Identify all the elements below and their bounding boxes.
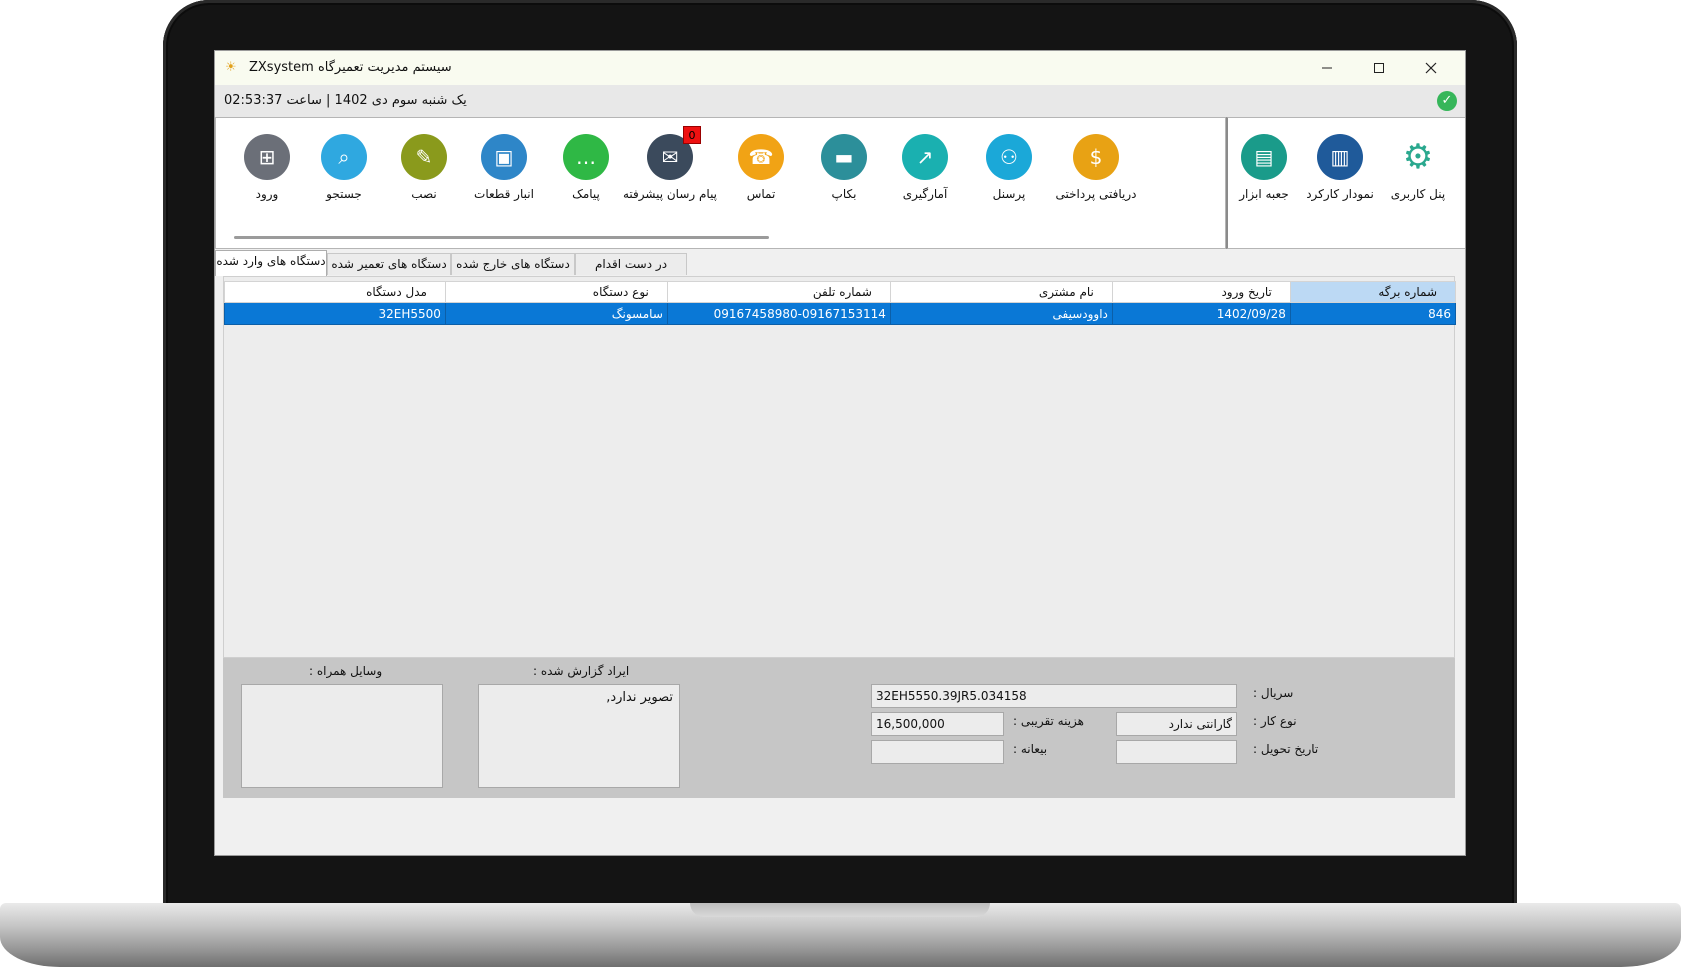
devices-table: شماره برگه تاریخ ورود نام مشتری شماره تل… [224, 281, 1457, 325]
tool-label: پرسنل [992, 187, 1026, 201]
col-sheet-number[interactable]: شماره برگه [1289, 281, 1457, 303]
login-icon: ⊞ [244, 134, 290, 180]
side-toolbar-gears-button[interactable]: ⚙ پنل کاربری [1370, 134, 1465, 201]
deposit-field[interactable] [871, 740, 1004, 764]
toolbar-scrollbar[interactable] [234, 236, 769, 239]
cell-customer-name[interactable]: داوودسیفی [889, 302, 1113, 325]
cell-device-model[interactable]: 32EH5500 [224, 302, 446, 325]
work-type-field[interactable]: گارانتی ندارد [1116, 712, 1237, 736]
tool-label: دریافتی پرداختی [1055, 187, 1137, 201]
tool-label: پیام رسان پیشرفته [622, 187, 718, 201]
tool-label: پیامک [572, 187, 600, 201]
tab-strip: دستگاه های وارد شده دستگاه های تعمیر شده… [215, 250, 1465, 276]
status-bar: یک شنبه سوم دی 1402 | ساعت 02:53:37 ✓ [215, 85, 1465, 117]
details-panel: سریال : 32EH5550.39JR5.034158 نوع کار : … [223, 658, 1455, 798]
delivery-date-field[interactable] [1116, 740, 1237, 764]
cell-entry-date[interactable]: 1402/09/28 [1111, 302, 1291, 325]
search-document-icon: ⌕ [321, 134, 367, 180]
delivery-date-label: تاریخ تحویل : [1253, 742, 1319, 756]
title-bar: ☀ ZXsystem سیستم مدیریت تعمیرگاه [215, 51, 1465, 85]
cell-phone-number[interactable]: 09167458980-09167153114 [666, 302, 891, 325]
sms-bubble-icon: … [563, 134, 609, 180]
col-device-model[interactable]: مدل دستگاه [224, 281, 446, 303]
maximize-button[interactable] [1353, 51, 1405, 85]
table-header-row: شماره برگه تاریخ ورود نام مشتری شماره تل… [224, 281, 1457, 303]
cost-label: هزینه تقریبی : [1013, 714, 1085, 728]
phone-icon: ☎ [738, 134, 784, 180]
cell-device-type[interactable]: سامسونگ [444, 302, 668, 325]
connection-ok-icon: ✓ [1437, 91, 1457, 111]
serial-field[interactable]: 32EH5550.39JR5.034158 [871, 684, 1237, 708]
app-logo-icon: ☀ [225, 60, 237, 75]
toolbar-phone-button[interactable]: ☎ تماس [713, 134, 809, 201]
app-window: ☀ ZXsystem سیستم مدیریت تعمیرگاه یک شنبه… [214, 50, 1466, 856]
accessories-box[interactable] [241, 684, 443, 788]
accessories-label: وسایل همراه : [309, 664, 383, 678]
dollar-coin-icon: $ [1073, 134, 1119, 180]
stats-chart-icon: ↗ [902, 134, 948, 180]
serial-label: سریال : [1253, 686, 1294, 700]
toolbox-wrench-icon: ✎ [401, 134, 447, 180]
col-entry-date[interactable]: تاریخ ورود [1111, 281, 1291, 303]
cost-field[interactable]: 16,500,000 [871, 712, 1004, 736]
table-row[interactable]: 846 1402/09/28 داوودسیفی 09167458980-091… [224, 302, 1457, 325]
chip-icon: ▣ [481, 134, 527, 180]
usb-drive-icon: ▬ [821, 134, 867, 180]
devices-grid: شماره برگه تاریخ ورود نام مشتری شماره تل… [223, 276, 1457, 658]
gears-icon: ⚙ [1402, 137, 1434, 177]
reported-issue-box[interactable]: تصویر ندارد, [478, 684, 680, 788]
window-title: ZXsystem سیستم مدیریت تعمیرگاه [249, 60, 452, 75]
personnel-icon: ⚇ [986, 134, 1032, 180]
toolbar-sms-bubble-button[interactable]: … پیامک [538, 134, 634, 201]
minimize-icon [1322, 67, 1332, 69]
tool-label: آمارگیری [902, 187, 948, 201]
side-toolbar: ▤ جعبه ابزار ▥ نمودار کارکرد ⚙ پنل کاربری [1226, 117, 1465, 249]
tool-label: پنل کاربری [1390, 187, 1446, 201]
col-phone-number[interactable]: شماره تلفن [666, 281, 891, 303]
date-time-text: یک شنبه سوم دی 1402 | ساعت 02:53:37 [224, 93, 467, 108]
col-customer-name[interactable]: نام مشتری [889, 281, 1113, 303]
bar-chart-icon: ▥ [1317, 134, 1363, 180]
col-device-type[interactable]: نوع دستگاه [444, 281, 668, 303]
tab-entered-devices[interactable]: دستگاه های وارد شده [215, 250, 327, 276]
toolbox-icon: ▤ [1241, 134, 1287, 180]
tab-in-progress[interactable]: در دست اقدام [575, 253, 687, 275]
notification-badge: 0 [683, 126, 701, 144]
toolbar-dollar-coin-button[interactable]: $ دریافتی پرداختی [1048, 134, 1144, 201]
toolbar-sms-envelope-button[interactable]: ✉ 0 پیام رسان پیشرفته [622, 126, 718, 201]
close-button[interactable] [1405, 51, 1457, 85]
minimize-button[interactable] [1301, 51, 1353, 85]
deposit-label: بیعانه : [1013, 742, 1048, 756]
cell-sheet-number[interactable]: 846 [1289, 302, 1457, 325]
toolbar-personnel-button[interactable]: ⚇ پرسنل [961, 134, 1057, 201]
tool-label: تماس [746, 187, 776, 201]
work-type-label: نوع کار : [1253, 714, 1297, 728]
laptop-notch [690, 903, 990, 917]
toolbar-stats-chart-button[interactable]: ↗ آمارگیری [877, 134, 973, 201]
sms-envelope-icon: ✉ 0 [647, 126, 701, 180]
main-toolbar: ⊞ ورود ⌕ جستجو ✎ نصب ▣ انبار قطعات… پیامک ✉ 0 پیام … [215, 117, 1226, 249]
tab-repaired-devices[interactable]: دستگاه های تعمیر شده [327, 253, 451, 275]
tab-exited-devices[interactable]: دستگاه های خارج شده [451, 253, 575, 275]
close-icon [1425, 62, 1437, 74]
reported-issue-label: ایراد گزارش شده : [533, 664, 630, 678]
maximize-icon [1374, 63, 1384, 73]
